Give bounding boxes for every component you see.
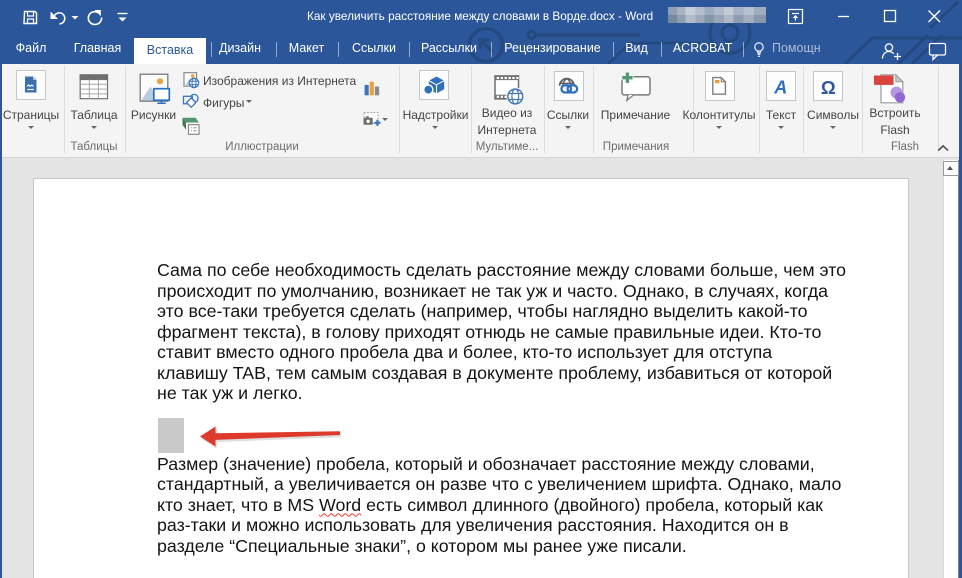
svg-text:A: A — [773, 78, 787, 98]
svg-text:Ω: Ω — [821, 77, 836, 98]
